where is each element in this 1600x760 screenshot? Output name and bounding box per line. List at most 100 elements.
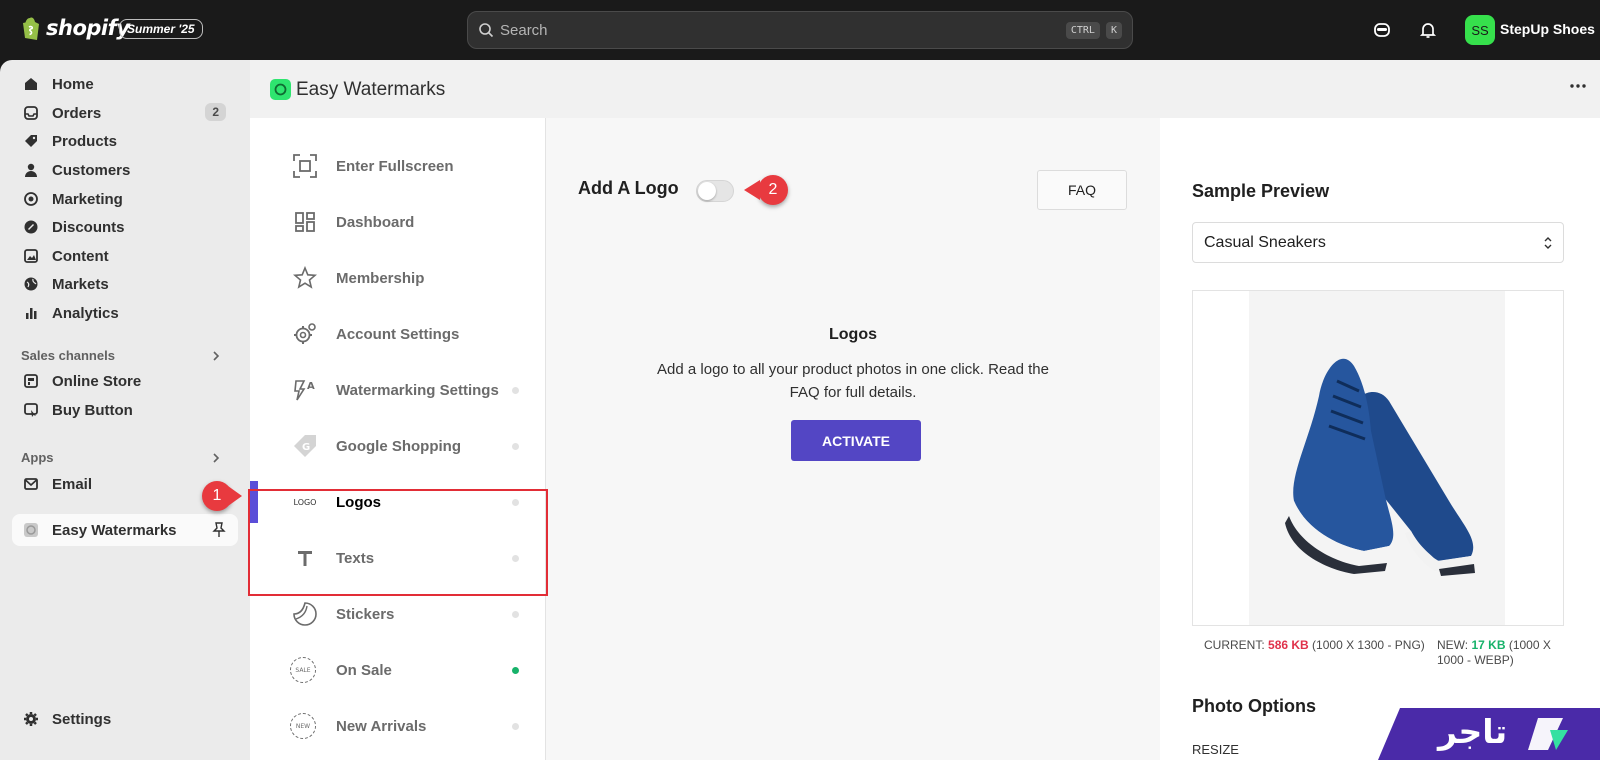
svg-text:G: G (302, 442, 310, 453)
edition-badge[interactable]: Summer '25 (119, 19, 203, 39)
sidebar-item-online-store[interactable]: Online Store (12, 367, 238, 395)
toggle-knob (698, 182, 716, 200)
preview-title: Sample Preview (1192, 181, 1330, 201)
current-size: CURRENT: 586 KB (1000 X 1300 - PNG) (1204, 638, 1434, 653)
current-size-value: 586 KB (1268, 638, 1309, 652)
search-input[interactable]: Search (500, 22, 1060, 39)
new-badge-icon: NEW (290, 713, 316, 739)
resize-label: RESIZE (1192, 742, 1239, 757)
sidebar-item-discounts[interactable]: Discounts (12, 213, 238, 241)
sidebar-item-label: Home (52, 75, 94, 93)
sidebar-item-orders[interactable]: Orders 2 (12, 99, 238, 127)
menu-item-on-sale[interactable]: SALE On Sale (250, 642, 546, 698)
menu-item-account-settings[interactable]: Account Settings (250, 306, 546, 362)
page-title: Easy Watermarks (296, 79, 446, 100)
photo-options-title: Photo Options (1192, 696, 1316, 716)
avatar[interactable]: SS (1465, 15, 1495, 45)
empty-state-description: Add a logo to all your product photos in… (657, 361, 1049, 401)
sidebar-item-label: Settings (52, 710, 112, 728)
fullscreen-icon (290, 151, 320, 181)
chevron-right-icon[interactable] (210, 452, 222, 464)
store-name[interactable]: StepUp Shoes (1500, 21, 1595, 37)
new-label: NEW: (1437, 638, 1469, 652)
logos-content: Add A Logo FAQ Logos Add a logo to all y… (546, 118, 1160, 760)
menu-item-label: On Sale (336, 661, 392, 679)
app-menu: Enter Fullscreen Dashboard Membership Ac… (250, 118, 546, 760)
globe-icon (22, 275, 40, 293)
person-icon (22, 161, 40, 179)
callout-1-pointer (228, 486, 242, 506)
menu-item-new-arrivals[interactable]: NEW New Arrivals (250, 698, 546, 754)
add-logo-toggle[interactable] (696, 180, 734, 202)
sneaker-image (1249, 291, 1505, 625)
sidebar-item-label: Markets (52, 275, 109, 293)
image-icon (22, 247, 40, 265)
app-icon (22, 521, 40, 539)
activate-button[interactable]: ACTIVATE (791, 420, 921, 461)
discount-icon (22, 218, 40, 236)
menu-item-label: Watermarking Settings (336, 381, 499, 399)
sidebar-item-label: Customers (52, 161, 131, 179)
pin-icon[interactable] (212, 522, 226, 538)
orders-count-badge: 2 (205, 103, 226, 121)
menu-item-label: Membership (336, 269, 425, 287)
new-size: NEW: 17 KB (1000 X 1000 - WEBP) (1437, 638, 1562, 668)
sidebar-item-markets[interactable]: Markets (12, 270, 238, 298)
search-bar[interactable]: Search CTRL K (467, 11, 1133, 49)
sidebar-item-label: Orders (52, 104, 102, 122)
watermark-icon: A (290, 375, 320, 405)
sidebar-item-settings[interactable]: Settings (12, 705, 238, 733)
search-icon (478, 22, 494, 38)
menu-item-dashboard[interactable]: Dashboard (250, 194, 546, 250)
current-label: CURRENT: (1204, 638, 1265, 652)
bell-icon[interactable] (1418, 20, 1438, 40)
sidebar-item-label: Products (52, 132, 118, 150)
dashboard-icon (290, 207, 320, 237)
main-area: Easy Watermarks Enter Fullscreen Dashboa… (250, 60, 1600, 760)
menu-item-label: Google Shopping (336, 437, 461, 455)
sidebar-item-customers[interactable]: Customers (12, 156, 238, 184)
svg-text:A: A (307, 381, 315, 392)
google-tag-icon: G (290, 431, 320, 461)
bar-chart-icon (22, 304, 40, 322)
sidebar-item-marketing[interactable]: Marketing (12, 185, 238, 213)
app-logo (270, 79, 291, 100)
sidekick-icon[interactable] (1372, 20, 1392, 40)
sample-preview-panel: Sample Preview Casual Sneakers CURRENT: … (1160, 118, 1600, 760)
sidebar-item-label: Marketing (52, 190, 123, 208)
menu-item-label: Enter Fullscreen (336, 157, 454, 175)
buy-button-icon (22, 401, 40, 419)
sticker-icon (290, 599, 320, 629)
app-header: Easy Watermarks (250, 60, 1600, 118)
selected-product: Casual Sneakers (1204, 233, 1326, 251)
faq-button[interactable]: FAQ (1037, 170, 1127, 210)
status-dot (512, 610, 519, 618)
menu-item-watermarking-settings[interactable]: A Watermarking Settings (250, 362, 546, 418)
apps-heading: Apps (21, 450, 54, 465)
chevron-right-icon[interactable] (210, 350, 222, 362)
sidebar-item-label: Buy Button (52, 401, 133, 419)
sidebar-item-home[interactable]: Home (12, 70, 238, 98)
preview-image-frame (1192, 290, 1564, 626)
sidebar-item-analytics[interactable]: Analytics (12, 299, 238, 327)
section-heading: Add A Logo (578, 178, 679, 198)
menu-item-membership[interactable]: Membership (250, 250, 546, 306)
menu-item-fullscreen[interactable]: Enter Fullscreen (250, 138, 546, 194)
product-select[interactable]: Casual Sneakers (1192, 222, 1564, 263)
shopify-logo[interactable]: shopify (20, 16, 130, 40)
status-dot (512, 386, 519, 394)
brand-watermark: تاجر (1438, 712, 1508, 751)
menu-item-google-shopping[interactable]: G Google Shopping (250, 418, 546, 474)
home-icon (22, 75, 40, 93)
shortcut-ctrl: CTRL (1065, 21, 1100, 39)
sidebar-item-content[interactable]: Content (12, 242, 238, 270)
menu-item-label: New Arrivals (336, 717, 427, 735)
sidebar-item-easy-watermarks[interactable]: Easy Watermarks (12, 514, 238, 546)
sidebar-item-label: Analytics (52, 304, 119, 322)
status-dot (512, 722, 519, 730)
shortcut-k: K (1105, 21, 1122, 39)
sidebar-item-products[interactable]: Products (12, 127, 238, 155)
store-icon (22, 372, 40, 390)
more-actions-icon[interactable] (1570, 84, 1586, 88)
sidebar-item-buy-button[interactable]: Buy Button (12, 396, 238, 424)
